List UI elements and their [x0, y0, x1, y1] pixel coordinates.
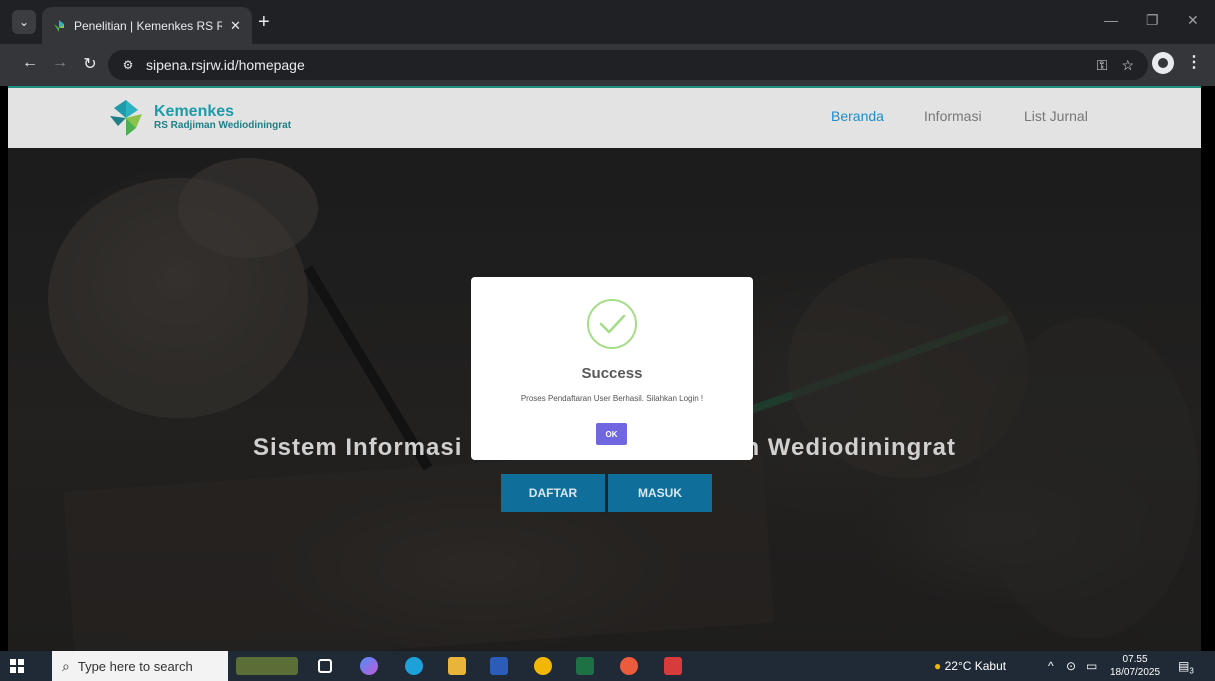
word-icon[interactable]	[490, 657, 508, 675]
browser-tab[interactable]: Penelitian | Kemenkes RS Radjiman Wediod…	[42, 7, 252, 44]
success-dialog: Success Proses Pendaftaran User Berhasil…	[471, 277, 753, 460]
show-hidden-icons[interactable]: ^	[1048, 659, 1054, 673]
nav-beranda[interactable]: Beranda	[831, 108, 884, 124]
kemenkes-favicon-icon	[54, 19, 64, 32]
search-icon: ⌕	[62, 657, 70, 674]
logo-title: Kemenkes	[154, 103, 235, 120]
notification-icon[interactable]: ▤3	[1178, 659, 1194, 675]
close-window-icon[interactable]: ✕	[1187, 12, 1199, 29]
clock-time: 07.55	[1122, 654, 1148, 665]
dialog-message: Proses Pendaftaran User Berhasil. Silahk…	[520, 394, 704, 403]
windows-start-icon[interactable]	[10, 659, 24, 673]
taskbar-search-box[interactable]: ⌕ Type here to search	[52, 651, 228, 681]
browser-tab-strip: ⌄ Penelitian | Kemenkes RS Radjiman Wedi…	[0, 0, 1215, 44]
restore-icon[interactable]: ❐	[1146, 12, 1159, 29]
profile-avatar-icon[interactable]	[1152, 52, 1174, 74]
reload-icon[interactable]: ↻	[80, 54, 100, 74]
url-text[interactable]: sipena.rsjrw.id/homepage	[146, 57, 305, 73]
ok-button[interactable]: OK	[596, 423, 627, 445]
windows-taskbar: ⌕ Type here to search ● 22°C Kabut ^ ⊙ ▭…	[0, 651, 1215, 681]
chrome-profile-icon[interactable]	[620, 657, 638, 675]
browser-menu-icon[interactable]: ⋮	[1186, 52, 1202, 72]
search-placeholder: Type here to search	[77, 658, 193, 674]
weather-widget[interactable]: ● 22°C Kabut	[934, 659, 1006, 673]
minimize-icon[interactable]: —	[1104, 12, 1118, 28]
new-tab-icon[interactable]: +	[258, 12, 270, 32]
forward-icon[interactable]: →	[50, 54, 70, 72]
back-icon[interactable]: ←	[20, 54, 40, 72]
daftar-button[interactable]: DAFTAR	[501, 474, 605, 512]
tab-close-icon[interactable]: ✕	[230, 18, 241, 34]
weather-text: 22°C Kabut	[944, 659, 1007, 673]
nav-list-jurnal[interactable]: List Jurnal	[1024, 108, 1088, 124]
site-info-icon[interactable]: ⚙	[120, 57, 136, 73]
widgets-icon[interactable]	[236, 657, 298, 675]
volume-icon[interactable]: ▭	[1086, 659, 1097, 673]
edge-icon[interactable]	[405, 657, 423, 675]
password-key-icon[interactable]: ⚿	[1097, 57, 1108, 74]
network-icon[interactable]: ⊙	[1066, 659, 1076, 673]
dialog-title: Success	[581, 365, 643, 382]
site-header: Kemenkes RS Radjiman Wediodiningrat Bera…	[8, 88, 1201, 148]
copilot-icon[interactable]	[360, 657, 378, 675]
clock-date: 18/07/2025	[1110, 667, 1161, 678]
masuk-button[interactable]: MASUK	[608, 474, 712, 512]
taskbar-clock[interactable]: 07.55 18/07/2025	[1110, 653, 1160, 679]
app-icon[interactable]	[664, 657, 682, 675]
logo-subtitle: RS Radjiman Wediodiningrat	[154, 120, 292, 131]
file-explorer-icon[interactable]	[448, 657, 466, 675]
tab-search-button[interactable]: ⌄	[12, 10, 36, 34]
kemenkes-logo-icon	[110, 100, 142, 136]
address-bar[interactable]: ⚙ sipena.rsjrw.id/homepage ⚿ ☆	[108, 50, 1148, 80]
kemenkes-logo[interactable]: Kemenkes RS Radjiman Wediodiningrat	[106, 98, 291, 138]
screen: ⌄ Penelitian | Kemenkes RS Radjiman Wedi…	[0, 0, 1215, 681]
notification-count: 3	[1189, 666, 1194, 676]
weather-icon: ●	[934, 659, 942, 673]
excel-icon[interactable]	[576, 657, 594, 675]
success-check-icon	[587, 299, 637, 349]
task-view-icon[interactable]	[318, 659, 332, 673]
nav-informasi[interactable]: Informasi	[924, 108, 982, 124]
chrome-icon[interactable]	[534, 657, 552, 675]
tab-title: Penelitian | Kemenkes RS Radjiman Wediod…	[74, 18, 222, 33]
bookmark-star-icon[interactable]: ☆	[1121, 57, 1134, 74]
browser-toolbar: ← → ↻ ⚙ sipena.rsjrw.id/homepage ⚿ ☆	[0, 44, 1215, 86]
